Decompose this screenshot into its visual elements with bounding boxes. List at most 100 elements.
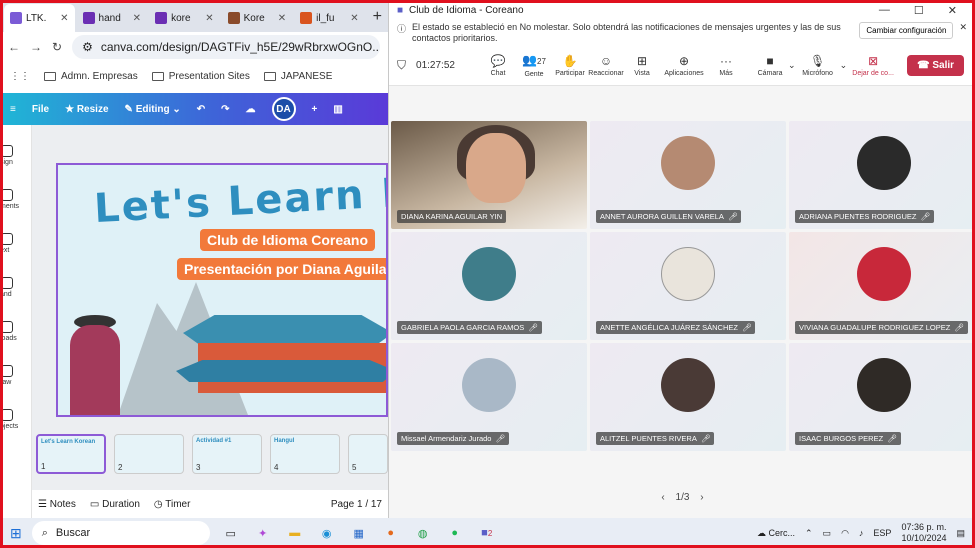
participant-tile[interactable]: ISAAC BURGOS PEREZ 🎤︎ [789,343,975,451]
windows-start-icon[interactable]: ⊞ [10,525,22,542]
notifications-icon[interactable]: ▤ [956,528,965,539]
insights-icon[interactable]: ▥ [333,104,342,115]
battery-icon[interactable]: ▭ [823,528,832,539]
language-indicator[interactable]: ESP [873,528,891,538]
change-settings-button[interactable]: Cambiar configuración [859,22,954,39]
teams-app-icon[interactable]: ■ 2 [476,522,498,544]
side-elements[interactable]: ments [0,189,30,210]
close-icon[interactable]: ✕ [133,13,141,24]
participant-tile[interactable]: VIVIANA GUADALUPE RODRIGUEZ LOPEZ 🎤︎ [789,232,975,340]
camera-button[interactable]: ■ Cámara [752,54,788,77]
copilot-icon[interactable]: ✦ [252,522,274,544]
more-button[interactable]: ··· Más [708,54,744,77]
weather-widget[interactable]: ☁ Cerc... [757,528,795,539]
participant-tile[interactable]: ALITZEL PUENTES RIVERA 🎤︎ [590,343,786,451]
participant-tile[interactable]: DIANA KARINA AGUILAR YIN [391,121,587,229]
bookmark-folder[interactable]: Presentation Sites [151,71,250,82]
add-collaborator-icon[interactable]: + [312,104,318,115]
chrome-icon[interactable]: ◍ [412,522,434,544]
duration-button[interactable]: ▭ Duration [90,499,140,510]
editing-mode-button[interactable]: ✎ Editing ⌄ [125,104,181,115]
spotify-icon[interactable]: ● [444,522,466,544]
back-icon[interactable]: ← [8,40,20,54]
browser-tab-2[interactable]: hand ✕ [77,4,148,32]
browser-tab-3[interactable]: kore ✕ [149,4,220,32]
participant-tile[interactable]: ADRIANA PUENTES RODRIGUEZ 🎤︎ [789,121,975,229]
resize-button[interactable]: ★ Resize [65,104,108,115]
side-design[interactable]: sign [0,145,30,166]
stop-sharing-button[interactable]: ⊠ Dejar de co... [847,54,899,77]
notes-button[interactable]: ☰ Notes [38,499,76,510]
store-icon[interactable]: ▦ [348,522,370,544]
cloud-save-icon[interactable]: ☁ [246,104,256,115]
redo-icon[interactable]: ↷ [221,104,229,115]
slide-thumbnail[interactable]: 5 [348,434,388,474]
reload-icon[interactable]: ↻ [52,40,62,54]
timer-button[interactable]: ◷ Timer [154,499,191,510]
browser-tab-5[interactable]: il_fu ✕ [294,4,365,32]
chevron-left-icon[interactable]: ‹ [661,492,664,503]
browser-tab-4[interactable]: Kore ✕ [222,4,293,32]
participant-tile[interactable]: ANNET AURORA GUILLEN VARELA 🎤︎ [590,121,786,229]
file-explorer-icon[interactable]: ▬ [284,522,306,544]
apps-button[interactable]: ⊕ Aplicaciones [660,54,708,77]
bookmark-folder[interactable]: JAPANESE [263,71,332,82]
toolbar-label: Participar [555,70,585,77]
close-icon[interactable]: ✕ [60,13,68,24]
presenter-pill[interactable]: Presentación por Diana Aguilar [177,258,386,280]
close-icon[interactable]: ✕ [948,4,957,17]
browser-tab-1[interactable]: LTK. ✕ [4,4,75,32]
wifi-icon[interactable]: ◠ [841,528,849,539]
close-icon[interactable]: ✕ [350,13,358,24]
chevron-down-icon[interactable]: ⌄ [788,60,796,71]
minimize-icon[interactable]: — [879,4,890,17]
side-uploads[interactable]: loads [0,321,30,342]
hamburger-icon[interactable]: ≡ [10,104,16,115]
club-name-pill[interactable]: Club de Idioma Coreano [200,229,376,251]
task-view-icon[interactable]: ▭ [220,522,242,544]
edge-icon[interactable]: ◉ [316,522,338,544]
close-icon[interactable]: ✕ [278,13,286,24]
slide-canvas[interactable]: Let's Learn Ko Club de Idioma Coreano Pr… [56,163,388,417]
bookmark-folder[interactable]: Admn. Empresas [44,71,138,82]
taskbar-search[interactable]: ⌕ Buscar [31,521,210,545]
chevron-up-icon[interactable]: ⌃ [805,528,813,539]
raise-hand-button[interactable]: ✋ Participar [552,54,588,77]
forward-icon[interactable]: → [30,40,42,54]
chevron-right-icon[interactable]: › [700,492,703,503]
avatar[interactable]: DA [271,97,296,121]
site-info-icon[interactable]: ⚙ [82,40,93,54]
slide-title[interactable]: Let's Learn Ko [93,168,386,232]
file-menu[interactable]: File [32,104,49,115]
address-bar[interactable]: ⚙ canva.com/design/DAGTFiv_h5E/29wRbrxwO… [72,35,380,59]
close-icon[interactable]: ✕ [959,22,967,33]
chevron-down-icon[interactable]: ⌄ [840,60,848,71]
undo-icon[interactable]: ↶ [197,104,205,115]
slide-thumbnail[interactable]: Actividad #1 3 [192,434,262,474]
volume-icon[interactable]: ♪ [859,528,864,538]
side-brand[interactable]: and [0,277,30,298]
participant-tile[interactable]: Missael Armendariz Jurado 🎤︎ [391,343,587,451]
new-tab-icon[interactable]: + [367,8,388,32]
view-button[interactable]: ⊞ Vista [624,54,660,77]
people-button[interactable]: 👥27 Gente [516,53,552,78]
apps-grid-icon[interactable]: ⋮⋮ [10,71,30,82]
react-button[interactable]: ☺ Reaccionar [588,54,624,77]
participant-tile[interactable]: GABRIELA PAOLA GARCIA RAMOS 🎤︎ [391,232,587,340]
chat-button[interactable]: 💬 Chat [480,54,516,77]
clock[interactable]: 07:36 p. m. 10/10/2024 [901,522,946,544]
slide-thumbnail[interactable]: Let's Learn Korean 1 [36,434,106,474]
page-indicator[interactable]: Page 1 / 17 [331,499,382,510]
side-projects[interactable]: ojects [0,409,30,430]
close-icon[interactable]: ✕ [205,13,213,24]
slide-thumbnail[interactable]: 2 [114,434,184,474]
maximize-icon[interactable]: ☐ [914,4,924,17]
microphone-button[interactable]: 🎙 Micrófono [796,54,840,77]
firefox-icon[interactable]: ● [380,522,402,544]
side-text[interactable]: ext [0,233,30,254]
slide-thumbnail[interactable]: Hangul 4 [270,434,340,474]
leave-button[interactable]: ☎ Salir [907,55,965,76]
search-label: Buscar [55,527,91,539]
participant-tile[interactable]: ANETTE ANGÉLICA JUÁREZ SÁNCHEZ 🎤︎ [590,232,786,340]
side-draw[interactable]: raw [0,365,30,386]
